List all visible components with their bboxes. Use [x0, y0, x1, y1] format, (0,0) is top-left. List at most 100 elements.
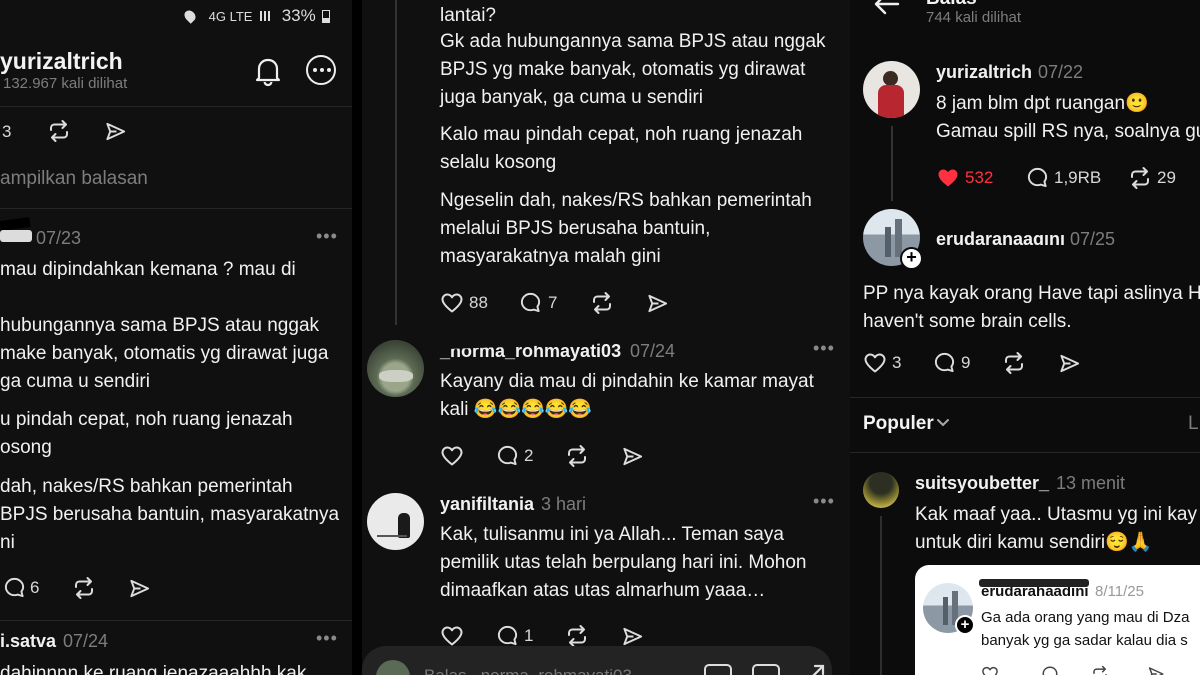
- repost-icon[interactable]: [72, 576, 96, 600]
- comment-line: haven't some brain cells.: [863, 311, 1072, 332]
- share-icon[interactable]: [1058, 352, 1081, 375]
- comment-line: Ngeselin dah, nakes/RS bahkan pemerintah: [440, 190, 812, 211]
- activity-link[interactable]: L: [1188, 413, 1199, 435]
- comment-author[interactable]: suitsyoubetter_: [915, 473, 1049, 494]
- repost-icon[interactable]: [565, 444, 589, 468]
- share-icon[interactable]: [128, 577, 151, 600]
- comment-line: make banyak, otomatis yg dirawat juga: [0, 343, 329, 364]
- view-count: 744 kali dilihat: [926, 9, 1022, 26]
- expand-icon[interactable]: [807, 662, 827, 675]
- comment-date: 07/25: [1070, 229, 1116, 249]
- reply-icon[interactable]: [519, 291, 542, 314]
- comment-line: hubungannya sama BPJS atau nggak: [0, 315, 320, 336]
- chevron-down-icon[interactable]: [936, 418, 950, 428]
- divider: [850, 452, 1200, 453]
- comment-line: dimaafkan atas utas almarhum yaaa…: [440, 580, 766, 601]
- show-replies-link[interactable]: ampilkan balasan: [0, 168, 148, 190]
- comment-line: PP nya kayak orang Have tapi aslinya H: [863, 283, 1200, 304]
- avatar[interactable]: [863, 472, 899, 508]
- avatar: [376, 660, 410, 675]
- comment-line: masyarakatnya malah gini: [440, 246, 661, 267]
- comment-line: Kayany dia mau di pindahin ke kamar maya…: [440, 371, 814, 392]
- status-bar: 4G LTE 33%: [182, 6, 331, 26]
- quoted-post-card[interactable]: + erudarahaadini 8/11/25 Ga ada orang ya…: [915, 565, 1200, 675]
- reply-input[interactable]: Balas _norma_rohmayati03: [424, 666, 632, 675]
- reply-composer[interactable]: Balas _norma_rohmayati03: [362, 646, 832, 675]
- thread-line: [880, 516, 882, 675]
- thread-line: [395, 0, 397, 325]
- follow-plus-icon: +: [955, 615, 975, 635]
- reply-icon[interactable]: [3, 576, 26, 599]
- avatar[interactable]: [863, 61, 920, 118]
- reply-icon[interactable]: [496, 624, 519, 647]
- reply-icon[interactable]: [933, 351, 956, 374]
- redacted-username: [0, 230, 32, 242]
- like-icon[interactable]: [440, 624, 464, 648]
- comment-line: melalui BPJS berusaha bantuin,: [440, 218, 711, 239]
- comment-more-icon[interactable]: •••: [316, 226, 338, 247]
- like-count: 532: [965, 168, 994, 187]
- comment-more-icon[interactable]: •••: [316, 628, 338, 649]
- comment-line: Kak, tulisanmu ini ya Allah... Teman say…: [440, 524, 784, 545]
- gif-icon[interactable]: [752, 664, 780, 675]
- quoted-line: banyak yg ga sadar kalau dia s: [981, 632, 1188, 649]
- like-count: 88: [469, 293, 488, 312]
- comment-author[interactable]: yurizaltrich: [936, 62, 1032, 83]
- back-arrow-icon[interactable]: [874, 0, 900, 16]
- avatar[interactable]: [367, 493, 424, 550]
- share-icon[interactable]: [104, 120, 127, 143]
- comment-line: Kalo mau pindah cepat, noh ruang jenazah: [440, 124, 803, 145]
- comment-author[interactable]: i.satva: [0, 631, 56, 652]
- comment-line: pemilik utas telah berpulang hari ini. M…: [440, 552, 807, 573]
- divider: [0, 620, 352, 621]
- reply-count: 1: [524, 626, 534, 645]
- like-icon[interactable]: [863, 351, 887, 375]
- reply-count: 9: [961, 353, 971, 372]
- sort-label[interactable]: Populer: [863, 413, 934, 435]
- left-thread-panel: 4G LTE 33% yurizaltrich 132.967 kali dil…: [0, 0, 352, 675]
- repost-icon[interactable]: [590, 291, 614, 315]
- reply-icon[interactable]: [496, 444, 519, 467]
- share-icon: [1147, 665, 1165, 675]
- middle-thread-panel: lantai? Gk ada hubungannya sama BPJS ata…: [362, 0, 850, 675]
- share-icon[interactable]: [621, 625, 644, 648]
- comment-line: lantai?: [440, 5, 496, 26]
- comment-more-icon[interactable]: •••: [813, 338, 835, 359]
- more-options-button[interactable]: [306, 55, 336, 85]
- reply-count: 2: [524, 446, 534, 465]
- divider: [0, 106, 352, 107]
- redaction-mark: [979, 579, 1089, 587]
- comment-line: Kak maaf yaa.. Utasmu yg ini kay: [915, 504, 1197, 525]
- image-icon[interactable]: [704, 664, 732, 675]
- follow-plus-icon[interactable]: +: [900, 247, 923, 270]
- repost-icon[interactable]: [1128, 166, 1152, 190]
- like-icon[interactable]: [440, 444, 464, 468]
- liked-heart-icon[interactable]: [936, 166, 960, 190]
- like-icon[interactable]: [440, 291, 464, 315]
- repost-icon[interactable]: [47, 119, 71, 143]
- thread-author[interactable]: yurizaltrich: [0, 48, 123, 75]
- comment-line: BPJS yg make banyak, otomatis yg dirawat: [440, 59, 806, 80]
- share-icon[interactable]: [646, 292, 669, 315]
- comment-author[interactable]: yanifiltania: [440, 494, 534, 515]
- repost-count: 29: [1157, 168, 1176, 187]
- repost-icon[interactable]: [565, 624, 589, 648]
- share-icon[interactable]: [621, 445, 644, 468]
- quoted-line: Ga ada orang yang mau di Dza: [981, 609, 1190, 626]
- comment-line: dahinnnn ke ruang jenazaaahhh kak: [0, 663, 307, 675]
- comment-date: 13 menit: [1056, 473, 1126, 493]
- divider: [850, 397, 1200, 398]
- comment-line: mau dipindahkan kemana ? mau di: [0, 259, 296, 280]
- repost-icon[interactable]: [1002, 351, 1026, 375]
- divider: [0, 208, 352, 209]
- avatar[interactable]: [367, 340, 424, 397]
- comment-line: Gamau spill RS nya, soalnya gu: [936, 121, 1200, 142]
- bell-icon[interactable]: [254, 56, 282, 87]
- reply-icon[interactable]: [1026, 166, 1049, 189]
- quoted-date: 8/11/25: [1095, 583, 1144, 600]
- comment-date: 07/23: [36, 228, 82, 248]
- repost-icon: [1091, 665, 1109, 675]
- comment-more-icon[interactable]: •••: [813, 491, 835, 512]
- battery-icon: [322, 10, 331, 23]
- comment-line: dah, nakes/RS bahkan pemerintah: [0, 476, 293, 497]
